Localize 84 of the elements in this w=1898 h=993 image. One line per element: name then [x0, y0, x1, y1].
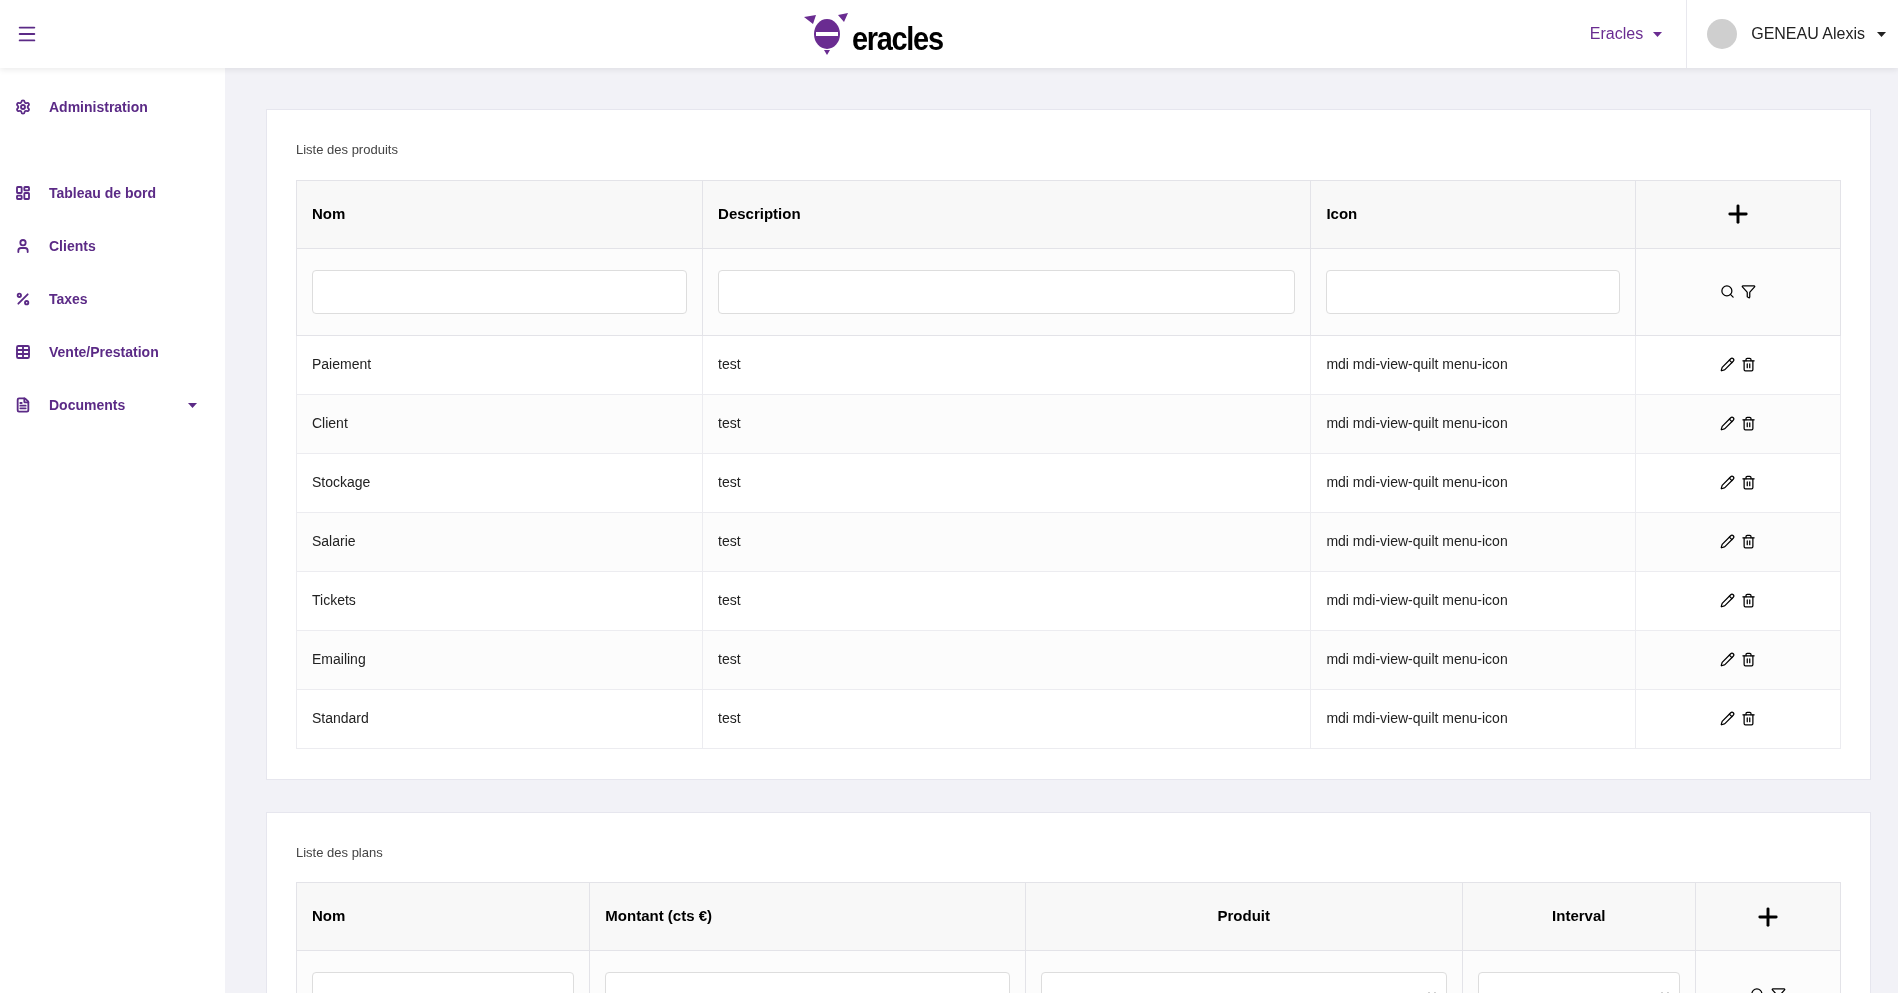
- user-menu[interactable]: GENEAU Alexis: [1751, 22, 1886, 46]
- delete-button[interactable]: [1740, 711, 1756, 726]
- table-cell: mdi mdi-view-quilt menu-icon: [1326, 592, 1508, 608]
- trash-icon: [1740, 357, 1756, 372]
- filter-input[interactable]: [718, 269, 1296, 314]
- table-cell: test: [718, 533, 741, 549]
- filter-input[interactable]: [1326, 269, 1620, 314]
- pencil-icon: [1719, 357, 1735, 372]
- avatar: [1707, 19, 1738, 49]
- delete-button[interactable]: [1740, 534, 1756, 549]
- table-cell: mdi mdi-view-quilt menu-icon: [1326, 651, 1508, 667]
- delete-button[interactable]: [1740, 475, 1756, 490]
- column-header: Montant (cts €): [589, 882, 1026, 951]
- trash-icon: [1740, 711, 1756, 726]
- edit-button[interactable]: [1719, 357, 1735, 372]
- person-icon: [15, 238, 31, 254]
- column-header: Description: [702, 180, 1311, 248]
- dashboard-icon: [15, 185, 31, 201]
- logo-text: eracles: [851, 21, 943, 55]
- trash-icon: [1740, 475, 1756, 490]
- filter-input[interactable]: [312, 269, 688, 314]
- sidebar-item[interactable]: Tableau de bord: [49, 182, 197, 204]
- edit-button[interactable]: [1719, 416, 1735, 431]
- table-cell: test: [718, 415, 741, 431]
- filter-icon: [1740, 284, 1756, 299]
- column-header: Nom: [296, 180, 703, 248]
- sidebar-item[interactable]: Clients: [49, 235, 197, 257]
- edit-button[interactable]: [1719, 711, 1735, 726]
- caret-icon: [1653, 31, 1663, 37]
- table-cell: test: [718, 592, 741, 608]
- edit-button[interactable]: [1719, 652, 1735, 667]
- column-header: Interval: [1462, 882, 1696, 951]
- delete-button[interactable]: [1740, 593, 1756, 608]
- table-icon: [15, 344, 31, 360]
- organization-menu[interactable]: Eracles: [1589, 22, 1663, 46]
- table-cell: mdi mdi-view-quilt menu-icon: [1326, 710, 1508, 726]
- search-icon: [1719, 284, 1735, 299]
- table-cell: Client: [312, 415, 348, 431]
- table-cell: mdi mdi-view-quilt menu-icon: [1326, 533, 1508, 549]
- table-cell: test: [718, 474, 741, 490]
- pencil-icon: [1719, 593, 1735, 608]
- pencil-icon: [1719, 416, 1735, 431]
- trash-icon: [1740, 534, 1756, 549]
- pencil-icon: [1719, 711, 1735, 726]
- sidebar-item[interactable]: Administration: [49, 96, 197, 118]
- table-cell: Stockage: [312, 474, 371, 490]
- delete-button[interactable]: [1740, 357, 1756, 372]
- edit-button[interactable]: [1719, 475, 1735, 490]
- logo-mark-icon: [803, 13, 850, 55]
- table-cell: Salarie: [312, 533, 356, 549]
- table-cell: mdi mdi-view-quilt menu-icon: [1326, 474, 1508, 490]
- card-title: Liste des produits: [296, 141, 399, 159]
- delete-button[interactable]: [1740, 416, 1756, 431]
- card-title: Liste des plans: [296, 843, 384, 862]
- pencil-icon: [1719, 534, 1735, 549]
- trash-icon: [1740, 593, 1756, 608]
- trash-icon: [1740, 416, 1756, 431]
- table-cell: Paiement: [312, 356, 372, 372]
- edit-button[interactable]: [1719, 534, 1735, 549]
- column-header: Produit: [1025, 882, 1463, 951]
- table-cell: test: [718, 356, 741, 372]
- table-cell: test: [718, 710, 741, 726]
- table-cell: Standard: [312, 710, 369, 726]
- filter-button[interactable]: [1740, 284, 1756, 299]
- table-cell: test: [718, 651, 741, 667]
- edit-button[interactable]: [1719, 593, 1735, 608]
- sidebar-item[interactable]: Taxes: [49, 288, 197, 310]
- document-icon: [15, 397, 31, 413]
- sidebar-item[interactable]: Vente/Prestation: [49, 341, 197, 363]
- caret-icon: [1877, 31, 1886, 37]
- pencil-icon: [1719, 652, 1735, 667]
- table-cell: Tickets: [312, 592, 356, 608]
- percent-icon: [15, 291, 31, 307]
- delete-button[interactable]: [1740, 652, 1756, 667]
- settings-icon: [15, 99, 31, 115]
- pencil-icon: [1719, 475, 1735, 490]
- table-cell: mdi mdi-view-quilt menu-icon: [1326, 415, 1508, 431]
- sidebar-item[interactable]: Documents: [49, 394, 188, 416]
- search-button[interactable]: [1719, 284, 1735, 299]
- table-cell: mdi mdi-view-quilt menu-icon: [1326, 356, 1508, 372]
- trash-icon: [1740, 652, 1756, 667]
- column-header: Icon: [1310, 180, 1636, 248]
- table-cell: Emailing: [312, 651, 366, 667]
- column-header: Nom: [296, 882, 590, 951]
